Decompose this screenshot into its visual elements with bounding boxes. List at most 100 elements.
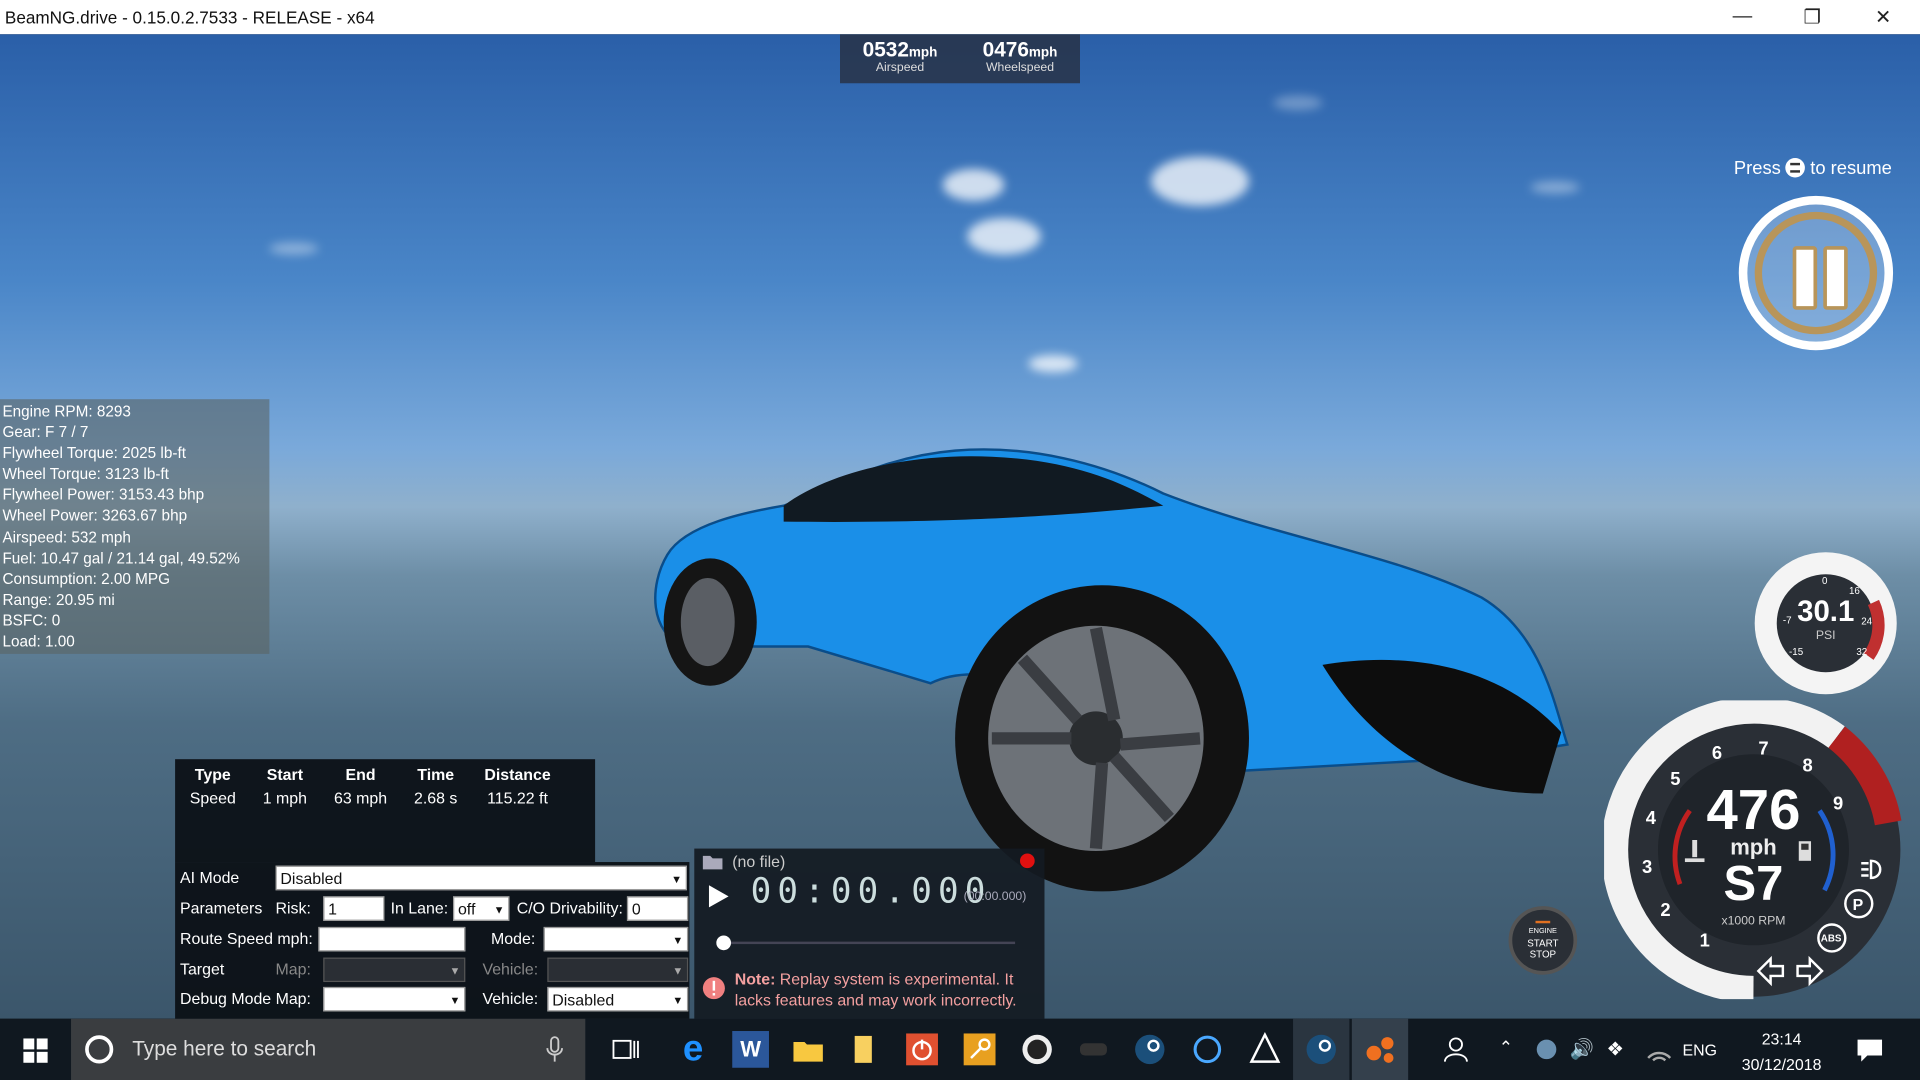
beamng-icon — [1366, 1037, 1394, 1063]
debug-mode-label: Debug Mode Map: — [180, 989, 311, 1008]
cloud — [1530, 181, 1580, 194]
close-window-button[interactable]: ✕ — [1855, 0, 1911, 34]
file-explorer-icon[interactable] — [790, 1031, 827, 1068]
power-app-icon[interactable] — [904, 1031, 941, 1068]
target-map-select[interactable]: ▼ — [323, 957, 466, 983]
word-icon[interactable]: W — [732, 1031, 769, 1068]
rpm-tick: 7 — [1758, 738, 1769, 760]
chevron-down-icon: ▼ — [493, 903, 505, 916]
notes-icon[interactable] — [845, 1031, 882, 1068]
wheelspeed-unit: mph — [1028, 45, 1058, 61]
windows-start-icon[interactable] — [23, 1038, 48, 1063]
rpm-tick: 2 — [1660, 900, 1671, 921]
engine-stats-panel: Engine RPM: 8293 Gear: F 7 / 7 Flywheel To… — [0, 399, 270, 654]
steam-active-tab[interactable] — [1293, 1018, 1350, 1080]
windows-taskbar: Type here to search e W ⌃ 🔊 ❖ ENG 23:14 … — [0, 1018, 1920, 1080]
airspeed-label: Airspeed — [875, 61, 925, 75]
stat-line: Wheel Torque: 3123 lb-ft — [2, 465, 169, 483]
rpm-tick: 8 — [1802, 755, 1813, 777]
boost-value: 30.1 — [1797, 595, 1855, 629]
route-mode-select[interactable]: ▼ — [543, 926, 689, 952]
steam-tray-icon[interactable] — [1528, 1031, 1565, 1068]
battlenet-icon[interactable] — [1189, 1031, 1226, 1068]
engine-start-stop-button[interactable]: ENGINE START STOP — [1508, 906, 1578, 975]
beamng-active-tab[interactable] — [1351, 1018, 1409, 1080]
show-hidden-icons-button[interactable]: ⌃ — [1499, 1037, 1513, 1058]
minimize-icon: — — [1732, 6, 1753, 27]
info-icon — [702, 977, 725, 1000]
target-vehicle-select[interactable]: ▼ — [547, 957, 689, 983]
co-drivability-input[interactable]: 0 — [626, 896, 689, 921]
ai-mode-select[interactable]: Disabled ▼ — [275, 865, 687, 891]
debug-vehicle-select[interactable]: Disabled ▼ — [547, 986, 689, 1012]
rpm-tick: 5 — [1670, 768, 1681, 790]
wheelspeed-label: Wheelspeed — [985, 61, 1055, 75]
replay-note: Note: Replay system is experimental. It … — [735, 969, 1041, 1011]
boost-tick: 32 — [1856, 646, 1868, 658]
risk-input[interactable]: 1 — [323, 896, 385, 921]
engine-label: ENGINE — [1528, 928, 1557, 936]
boost-gauge: 30.1 PSI -7 0 16 24 32 -15 — [1751, 549, 1900, 698]
destiny-icon[interactable] — [1247, 1031, 1284, 1068]
menu-icon — [1785, 157, 1806, 178]
in-lane-label: In Lane: — [390, 898, 449, 918]
task-view-icon[interactable] — [607, 1031, 644, 1068]
record-button[interactable] — [1020, 853, 1035, 869]
cortana-icon — [85, 1035, 114, 1064]
turn-signal-icons — [1756, 955, 1824, 987]
note-text: Replay system is experimental. It lacks … — [734, 969, 1017, 1009]
cloud — [942, 168, 1005, 201]
replay-total-time: (00:00.000) — [963, 890, 1027, 904]
chevron-down-icon: ▼ — [449, 994, 461, 1007]
cloud — [1151, 156, 1249, 206]
stat-line: Wheel Power: 3263.67 bhp — [2, 507, 188, 525]
play-icon[interactable] — [707, 883, 731, 910]
restore-button[interactable]: ❐ — [1784, 0, 1840, 34]
stat-line: BSFC: 0 — [2, 612, 61, 630]
target-label: Target — [180, 960, 225, 979]
controller-icon[interactable] — [1075, 1031, 1112, 1068]
game-launcher-icon[interactable] — [1019, 1031, 1056, 1068]
target-map-label: Map: — [275, 960, 311, 979]
language-indicator[interactable]: ENG — [1682, 1041, 1716, 1059]
cloud — [269, 242, 319, 255]
in-lane-select[interactable]: off ▼ — [453, 896, 510, 921]
stop-label: STOP — [1529, 948, 1557, 961]
volume-icon[interactable]: 🔊 — [1570, 1037, 1594, 1061]
pause-icon — [1823, 246, 1848, 310]
replay-scrubber[interactable] — [723, 941, 1016, 945]
boost-tick: 0 — [1822, 575, 1828, 587]
people-icon[interactable] — [1438, 1031, 1475, 1068]
debug-vehicle-label: Vehicle: — [482, 989, 539, 1008]
target-vehicle-label: Vehicle: — [482, 960, 539, 979]
start-label: START — [1527, 937, 1559, 949]
pause-button[interactable] — [1738, 195, 1894, 351]
wifi-icon[interactable] — [1641, 1031, 1678, 1068]
fuel-temp-icon — [1684, 840, 1705, 863]
route-speed-input[interactable] — [318, 926, 466, 952]
ai-mode-label: AI Mode — [180, 868, 240, 887]
pause-icon — [1792, 246, 1818, 310]
notification-center-icon[interactable] — [1851, 1031, 1888, 1068]
timer-cell: 63 mph — [333, 788, 388, 807]
debug-map-select[interactable]: ▼ — [323, 986, 466, 1012]
tachometer: 476 mph S7 x1000 RPM 1 2 3 4 5 6 7 8 9 P… — [1601, 696, 1903, 1003]
timer-header: Time — [417, 765, 455, 784]
microphone-icon[interactable] — [546, 1036, 563, 1063]
chevron-down-icon: ▼ — [449, 964, 461, 978]
key-app-icon[interactable] — [961, 1031, 998, 1068]
folder-icon[interactable] — [702, 853, 724, 870]
scrubber-handle[interactable] — [716, 935, 732, 951]
taskbar-search-box[interactable]: Type here to search — [71, 1018, 586, 1080]
acceleration-timer-panel: Type Start End Time Distance Speed 1 mph… — [175, 759, 596, 863]
co-drivability-label: C/O Drivability: — [516, 898, 623, 918]
steam-icon[interactable] — [1131, 1031, 1168, 1068]
edge-icon[interactable]: e — [675, 1029, 712, 1069]
minimize-button[interactable]: — — [1714, 0, 1770, 34]
stat-line: Load: 1.00 — [2, 633, 75, 651]
clock-time: 23:14 — [1761, 1029, 1802, 1049]
dropbox-icon[interactable]: ❖ — [1607, 1037, 1625, 1061]
steam-icon — [1306, 1034, 1336, 1065]
timer-table: Type Start End Time Distance Speed 1 mph… — [180, 764, 568, 807]
clock[interactable]: 23:14 30/12/2018 — [1739, 1026, 1825, 1077]
